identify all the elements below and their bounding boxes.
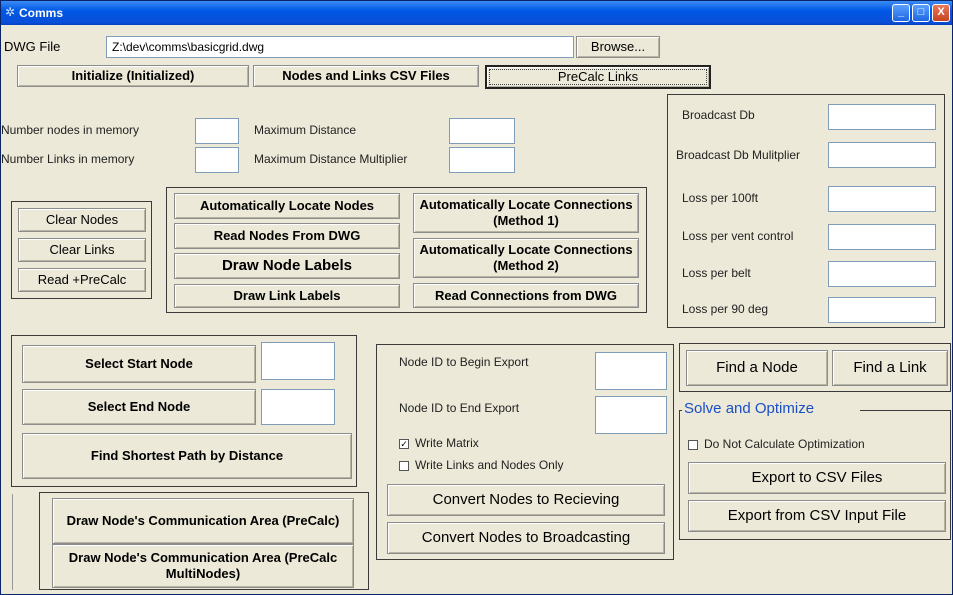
max-distance-mult-field[interactable] (449, 147, 515, 173)
start-node-field[interactable] (261, 342, 335, 380)
end-node-field[interactable] (261, 389, 335, 425)
find-group: Find a Node Find a Link (679, 343, 951, 392)
draw-link-labels-button[interactable]: Draw Link Labels (174, 284, 400, 308)
num-links-field[interactable] (195, 147, 239, 173)
read-nodes-button[interactable]: Read Nodes From DWG (174, 223, 400, 249)
maximize-button[interactable]: □ (912, 4, 930, 22)
draw-comm-area-multinodes-button[interactable]: Draw Node's Communication Area (PreCalc … (52, 544, 354, 588)
solve-group: Solve and Optimize Do Not Calculate Opti… (679, 400, 951, 540)
broadcast-db-label: Broadcast Db (682, 108, 755, 122)
solve-title: Solve and Optimize (682, 400, 817, 417)
begin-export-label: Node ID to Begin Export (399, 355, 529, 369)
dwg-path-field[interactable]: Z:\dev\comms\basicgrid.dwg (106, 36, 574, 58)
comm-area-group: Draw Node's Communication Area (PreCalc)… (39, 492, 369, 590)
write-links-nodes-label: Write Links and Nodes Only (415, 458, 564, 472)
side-strip (1, 494, 13, 590)
loss-100ft-field[interactable] (828, 186, 936, 212)
find-link-button[interactable]: Find a Link (832, 350, 948, 386)
loss-vent-field[interactable] (828, 224, 936, 250)
read-connections-button[interactable]: Read Connections from DWG (413, 283, 639, 308)
find-node-button[interactable]: Find a Node (686, 350, 828, 386)
write-links-nodes-checkbox[interactable] (399, 461, 409, 471)
end-export-label: Node ID to End Export (399, 401, 520, 415)
export-group: Node ID to Begin Export Node ID to End E… (376, 344, 674, 560)
loss-vent-label: Loss per vent control (682, 229, 794, 243)
clear-nodes-button[interactable]: Clear Nodes (18, 208, 146, 232)
precalc-links-button[interactable]: PreCalc Links (485, 65, 711, 89)
nodes-links-csv-button[interactable]: Nodes and Links CSV Files (253, 65, 479, 87)
no-optimization-checkbox[interactable] (688, 440, 698, 450)
broadcast-db-mult-field[interactable] (828, 142, 936, 168)
write-matrix-checkbox[interactable]: ✓ (399, 439, 409, 449)
convert-receiving-button[interactable]: Convert Nodes to Recieving (387, 484, 665, 516)
begin-export-field[interactable] (595, 352, 667, 390)
max-distance-field[interactable] (449, 118, 515, 144)
end-export-field[interactable] (595, 396, 667, 434)
shortest-path-button[interactable]: Find Shortest Path by Distance (22, 433, 352, 479)
broadcast-group: Broadcast Db Broadcast Db Mulitplier Los… (667, 94, 945, 328)
close-button[interactable]: X (932, 4, 950, 22)
max-distance-label: Maximum Distance (254, 123, 357, 137)
window-title: Comms (19, 6, 64, 20)
browse-button[interactable]: Browse... (576, 36, 660, 58)
draw-comm-area-precalc-button[interactable]: Draw Node's Communication Area (PreCalc) (52, 498, 354, 544)
loss-belt-label: Loss per belt (682, 266, 751, 280)
broadcast-db-field[interactable] (828, 104, 936, 130)
loss-belt-field[interactable] (828, 261, 936, 287)
loss-90-label: Loss per 90 deg (682, 302, 769, 316)
export-csv-button[interactable]: Export to CSV Files (688, 462, 946, 494)
dwg-file-label: DWG File (4, 39, 61, 54)
clear-links-button[interactable]: Clear Links (18, 238, 146, 262)
title-bar[interactable]: ✲ Comms _ □ X (1, 1, 952, 25)
draw-node-labels-button[interactable]: Draw Node Labels (174, 253, 400, 279)
no-optimization-label: Do Not Calculate Optimization (704, 437, 865, 451)
auto-locate-nodes-button[interactable]: Automatically Locate Nodes (174, 193, 400, 219)
select-end-node-button[interactable]: Select End Node (22, 389, 256, 425)
initialize-button[interactable]: Initialize (Initialized) (17, 65, 249, 87)
num-nodes-field[interactable] (195, 118, 239, 144)
auto-locate-conn1-button[interactable]: Automatically Locate Connections (Method… (413, 193, 639, 233)
clear-group: Clear Nodes Clear Links Read +PreCalc (11, 201, 152, 299)
read-precalc-button[interactable]: Read +PreCalc (18, 268, 146, 292)
minimize-button[interactable]: _ (892, 4, 910, 22)
loss-100ft-label: Loss per 100ft (682, 191, 759, 205)
export-from-csv-button[interactable]: Export from CSV Input File (688, 500, 946, 532)
select-start-node-button[interactable]: Select Start Node (22, 345, 256, 383)
auto-locate-conn2-button[interactable]: Automatically Locate Connections (Method… (413, 238, 639, 278)
write-matrix-label: Write Matrix (415, 436, 479, 450)
num-nodes-label: Number nodes in memory (1, 123, 140, 137)
broadcast-db-mult-label: Broadcast Db Mulitplier (676, 148, 801, 162)
max-distance-mult-label: Maximum Distance Multiplier (254, 152, 408, 166)
main-window: ✲ Comms _ □ X DWG File Z:\dev\comms\basi… (0, 0, 953, 595)
num-links-label: Number Links in memory (1, 152, 135, 166)
locate-group: Automatically Locate Nodes Read Nodes Fr… (166, 187, 647, 313)
path-group: Select Start Node Select End Node Find S… (11, 335, 357, 487)
convert-broadcasting-button[interactable]: Convert Nodes to Broadcasting (387, 522, 665, 554)
gear-icon: ✲ (5, 5, 16, 19)
loss-90-field[interactable] (828, 297, 936, 323)
